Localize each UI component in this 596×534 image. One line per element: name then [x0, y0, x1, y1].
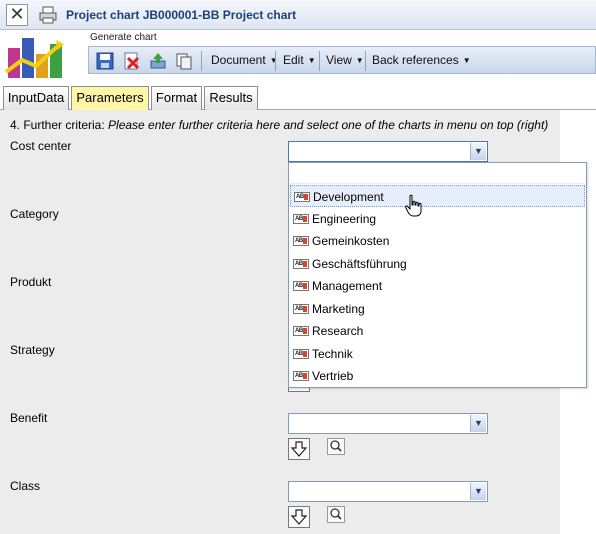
menu-back-references[interactable]: Back references ▼: [372, 53, 471, 67]
menu-document[interactable]: Document ▼: [211, 53, 278, 67]
dropdown-option[interactable]: AB Research: [290, 320, 585, 342]
further-criteria-text: 4. Further criteria: Please enter furthe…: [10, 118, 548, 132]
text-field-icon: AB: [293, 214, 309, 224]
arrow-down-icon: [290, 441, 308, 457]
text-field-icon: AB: [293, 304, 309, 314]
chevron-down-icon[interactable]: ▼: [470, 415, 486, 432]
menu-document-label: Document: [211, 53, 266, 67]
chevron-down-icon: ▼: [462, 56, 471, 65]
produkt-label: Produkt: [10, 275, 52, 289]
tab-bar: InputData Parameters Format Results: [0, 82, 596, 111]
option-label: Research: [312, 324, 364, 338]
menu-edit[interactable]: Edit ▼: [283, 53, 316, 67]
toolbar-separator: [319, 51, 320, 71]
toolbar-separator: [201, 51, 202, 71]
title-bar: ✕ Project chart JB000001-BB Project char…: [0, 0, 596, 30]
category-label: Category: [10, 207, 59, 221]
chevron-down-icon: ▼: [307, 56, 316, 65]
benefit-label: Benefit: [10, 411, 48, 425]
menu-view-label: View: [326, 53, 352, 67]
text-field-icon: AB: [293, 236, 309, 246]
dropdown-option[interactable]: AB Gemeinkosten: [290, 230, 585, 252]
dropdown-option[interactable]: AB Technik: [290, 343, 585, 365]
option-label: Vertrieb: [312, 369, 354, 383]
tab-inputdata[interactable]: InputData: [3, 86, 69, 110]
menu-back-references-label: Back references: [372, 53, 459, 67]
close-icon[interactable]: ✕: [6, 4, 28, 26]
header: Generate chart Document ▼ Edit ▼ View ▼ Bac…: [0, 30, 596, 82]
option-label: Development: [313, 190, 384, 204]
hand-cursor-icon: [405, 194, 422, 217]
tab-format[interactable]: Format: [151, 86, 202, 110]
search-button[interactable]: [327, 506, 345, 523]
cost-center-label: Cost center: [10, 139, 72, 153]
option-label: Gemeinkosten: [312, 234, 390, 248]
toolbar-separator: [365, 51, 366, 71]
chevron-down-icon: ▼: [269, 56, 278, 65]
further-criteria-prefix: 4. Further criteria:: [10, 118, 109, 132]
dropdown-option[interactable]: AB Engineering: [290, 208, 585, 230]
class-label: Class: [10, 479, 41, 493]
cost-center-select[interactable]: ▼: [288, 141, 488, 162]
chevron-down-icon[interactable]: ▼: [470, 143, 486, 160]
class-select[interactable]: ▼: [288, 481, 488, 502]
magnifier-icon: [330, 440, 342, 452]
chevron-down-icon[interactable]: ▼: [470, 483, 486, 500]
option-label: Technik: [312, 347, 353, 361]
tab-results[interactable]: Results: [204, 86, 258, 110]
dropdown-option[interactable]: AB Marketing: [290, 298, 585, 320]
export-icon[interactable]: [149, 52, 167, 70]
search-button[interactable]: [327, 438, 345, 455]
menu-edit-label: Edit: [283, 53, 304, 67]
text-field-icon: AB: [293, 326, 309, 336]
text-field-icon: AB: [294, 192, 310, 202]
generate-chart-label: Generate chart: [90, 32, 157, 43]
toolbar: Document ▼ Edit ▼ View ▼ Back references ▼: [88, 46, 596, 74]
text-field-icon: AB: [293, 371, 309, 381]
window-title: Project chart JB000001-BB Project chart: [66, 8, 297, 22]
magnifier-icon: [330, 508, 342, 520]
text-field-icon: AB: [293, 281, 309, 291]
dropdown-filter-input[interactable]: [290, 164, 585, 184]
menu-view[interactable]: View ▼: [326, 53, 364, 67]
copy-icon[interactable]: [175, 52, 193, 70]
chevron-down-icon: ▼: [355, 56, 364, 65]
strategy-label: Strategy: [10, 343, 55, 357]
add-arrow-button[interactable]: [288, 438, 310, 460]
print-icon[interactable]: [38, 5, 58, 25]
dropdown-option[interactable]: AB Management: [290, 275, 585, 297]
text-field-icon: AB: [293, 259, 309, 269]
benefit-select[interactable]: ▼: [288, 413, 488, 434]
dropdown-option[interactable]: AB Geschäftsführung: [290, 253, 585, 275]
save-icon[interactable]: [96, 52, 114, 70]
cost-center-dropdown-list[interactable]: AB Development AB Engineering AB Gemeinkost…: [288, 162, 587, 388]
add-arrow-button[interactable]: [288, 506, 310, 528]
option-label: Engineering: [312, 212, 377, 226]
dropdown-option[interactable]: AB Development: [290, 185, 585, 207]
arrow-down-icon: [290, 509, 308, 525]
toolbar-separator: [275, 51, 276, 71]
option-label: Management: [312, 279, 383, 293]
tab-parameters[interactable]: Parameters: [71, 86, 149, 111]
delete-icon[interactable]: [123, 52, 141, 70]
option-label: Marketing: [312, 302, 365, 316]
dropdown-option[interactable]: AB Vertrieb: [290, 365, 585, 387]
option-label: Geschäftsführung: [312, 257, 407, 271]
text-field-icon: AB: [293, 349, 309, 359]
further-criteria-hint: Please enter further criteria here and s…: [108, 118, 549, 132]
chart-logo-icon: [2, 32, 88, 80]
